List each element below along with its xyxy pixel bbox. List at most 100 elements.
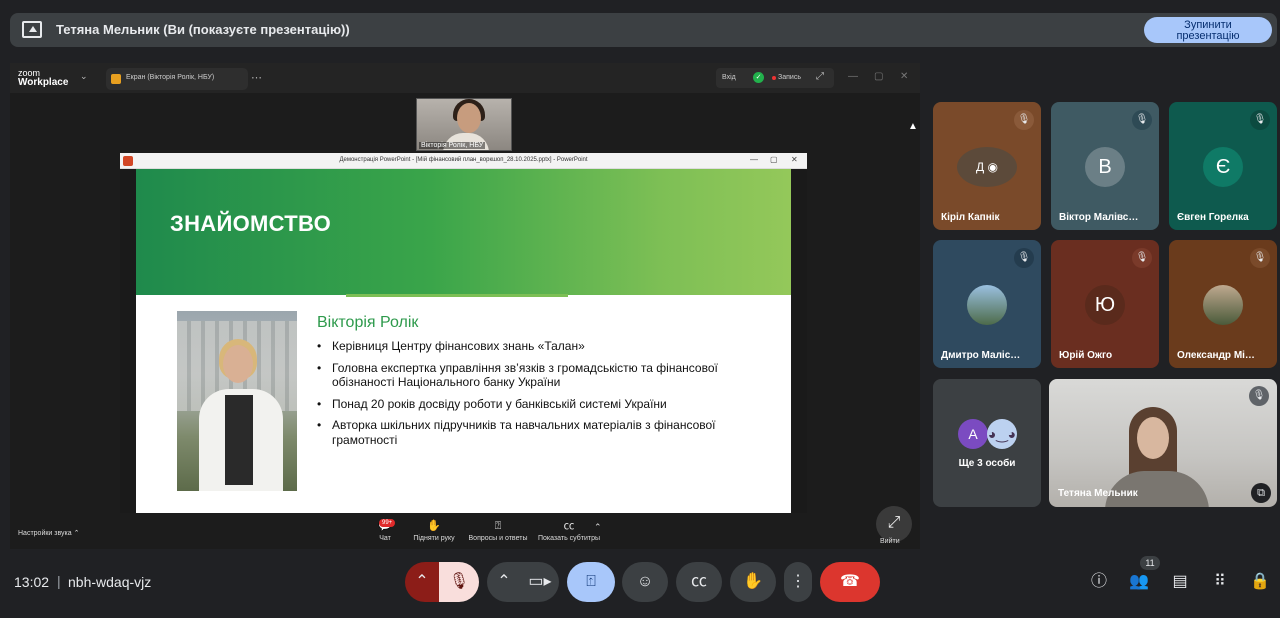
raise-hand-label: Підняти руку xyxy=(413,535,455,542)
enter-label[interactable]: Вхід xyxy=(722,74,736,81)
participant-count-badge: 11 xyxy=(1140,556,1160,570)
participant-name: Олександр Мі… xyxy=(1177,350,1255,361)
more-participants-tile[interactable]: A ◕‿◕ Ще 3 особи xyxy=(933,379,1041,507)
more-options-icon[interactable]: ⋯ xyxy=(251,71,262,84)
share-tab-label: Екран (Вікторія Ролік, НБУ) xyxy=(126,74,215,81)
people-icon[interactable]: 👥 xyxy=(1127,570,1151,594)
subtitles-chevron-icon[interactable]: ⌃ xyxy=(594,522,602,533)
chat-badge: 99+ xyxy=(379,519,396,527)
ppt-maximize-icon[interactable]: ▢ xyxy=(770,155,778,164)
slide-header-divider xyxy=(346,294,568,297)
self-video-tile[interactable]: 🎙 Тетяна Мельник ⧉ xyxy=(1049,379,1277,507)
presenter-thumb-name: Вікторія Ролік, НБУ xyxy=(419,142,486,149)
expand-icon[interactable]: ⤢ xyxy=(816,71,824,82)
meeting-clock: 13:02 xyxy=(14,574,50,590)
participant-tile[interactable]: 🎙 Дмитро Маліс… xyxy=(933,240,1041,368)
participant-tile[interactable]: 🎙 В Віктор Малівс… xyxy=(1051,102,1159,230)
speaker-name: Вікторія Ролік xyxy=(317,314,419,331)
ppt-minimize-icon[interactable]: — xyxy=(750,155,758,164)
slide-title: ЗНАЙОМСТВО xyxy=(170,211,332,236)
more-options-button[interactable]: ⋮ xyxy=(784,562,812,602)
participant-avatar xyxy=(1203,285,1243,325)
participant-name: Кіріл Капнік xyxy=(941,212,1000,223)
presenter-video-thumb: Вікторія Ролік, НБУ xyxy=(416,98,512,151)
bio-item: Авторка шкільних підручників та навчальн… xyxy=(317,418,757,447)
zoom-fullscreen-exit-button[interactable]: ⤢ xyxy=(876,506,912,542)
mic-off-icon: 🎙 xyxy=(1014,110,1034,130)
emoji-icon: ☺ xyxy=(636,573,654,590)
others-avatar: A xyxy=(958,419,988,449)
participant-tile[interactable]: 🎙 Д ◉ Кіріл Капнік xyxy=(933,102,1041,230)
leave-call-button[interactable]: ☎ xyxy=(820,562,880,602)
participant-name: Віктор Малівс… xyxy=(1059,212,1139,223)
bio-item: Головна експертка управління зв’язків з … xyxy=(317,361,757,390)
hangup-icon: ☎ xyxy=(840,573,860,590)
video-options-button[interactable]: ⌃ xyxy=(487,562,521,602)
stop-presenting-label-2: презентацію xyxy=(1176,30,1240,42)
participant-tile[interactable]: 🎙 Є Євген Горелка xyxy=(1169,102,1277,230)
mouse-cursor-icon: ▲ xyxy=(908,121,918,132)
share-tab-icon xyxy=(111,74,121,84)
close-icon[interactable]: ✕ xyxy=(900,71,908,82)
speaker-photo xyxy=(177,311,297,491)
participant-tile[interactable]: 🎙 Ю Юрій Ожго xyxy=(1051,240,1159,368)
zoom-titlebar: zoom Workplace ⌄ Екран (Вікторія Ролік, … xyxy=(10,63,920,93)
present-screen-button[interactable]: ⍐ xyxy=(567,562,615,602)
audio-settings-label: Настройки звука xyxy=(18,530,72,537)
participant-avatar: В xyxy=(1085,147,1125,187)
host-controls-icon[interactable]: 🔒 xyxy=(1248,570,1272,594)
record-label: Запись xyxy=(778,74,801,81)
photo-face xyxy=(223,345,253,383)
participant-avatar: Є xyxy=(1203,147,1243,187)
powerpoint-window: Демонстрація PowerPoint - [Мій фінансови… xyxy=(120,153,807,513)
participant-name: Євген Горелка xyxy=(1177,212,1249,223)
present-screen-icon xyxy=(22,21,42,38)
chevron-down-icon[interactable]: ⌄ xyxy=(80,71,88,82)
mic-off-icon: 🎙 xyxy=(1132,110,1152,130)
subtitles-label: Показать субтитры xyxy=(537,535,601,542)
maximize-icon[interactable]: ▢ xyxy=(874,71,883,82)
participant-avatar: Ю xyxy=(1085,285,1125,325)
more-vert-icon: ⋮ xyxy=(790,573,806,590)
zoom-logo: zoom Workplace xyxy=(18,69,69,88)
chat-label: Чат xyxy=(379,535,391,542)
powerpoint-titlebar: Демонстрація PowerPoint - [Мій фінансови… xyxy=(120,153,807,169)
participant-avatar: Д ◉ xyxy=(957,147,1017,187)
zoom-qa-button[interactable]: ⍰ Вопросы и ответы xyxy=(466,519,530,542)
bio-item: Понад 20 років досвіду роботи у банківсь… xyxy=(317,397,757,412)
others-avatar-anime: ◕‿◕ xyxy=(987,419,1017,449)
shield-check-icon: ✓ xyxy=(753,72,764,83)
raise-hand-button[interactable]: ✋ xyxy=(730,562,776,602)
audio-options-button[interactable]: ⌃ xyxy=(405,562,439,602)
reactions-button[interactable]: ☺ xyxy=(622,562,668,602)
presenting-banner: Тетяна Мельник (Ви (показуєте презентаці… xyxy=(10,13,1277,47)
exit-label: Вийти xyxy=(880,538,900,545)
zoom-status-group: Вхід ✓ Запись ⤢ xyxy=(716,68,834,88)
hand-icon: ✋ xyxy=(427,520,441,532)
others-label: Ще 3 особи xyxy=(958,458,1016,469)
activities-icon[interactable]: ⠿ xyxy=(1208,570,1232,594)
hand-icon: ✋ xyxy=(743,573,763,590)
meeting-info-icon[interactable]: ⓘ xyxy=(1087,570,1111,594)
captions-button[interactable]: ㏄ xyxy=(676,562,722,602)
zoom-toolbar: Настройки звука ⌃ 💬 99+ Чат ✋ Підняти ру… xyxy=(10,514,920,549)
ppt-close-icon[interactable]: ✕ xyxy=(791,155,798,164)
zoom-logo-line2: Workplace xyxy=(18,77,69,88)
crop-icon[interactable]: ⧉ xyxy=(1251,483,1271,503)
zoom-subtitles-button[interactable]: ㏄ Показать субтитры xyxy=(536,519,602,542)
photo-shirt xyxy=(225,395,253,485)
stop-presenting-button[interactable]: Зупинити презентацію xyxy=(1144,17,1272,43)
camera-toggle-button[interactable]: ▭▸ xyxy=(521,562,559,602)
zoom-raise-hand-button[interactable]: ✋ Підняти руку xyxy=(408,519,460,542)
qa-label: Вопросы и ответы xyxy=(468,535,528,542)
participant-tile[interactable]: 🎙 Олександр Мі… xyxy=(1169,240,1277,368)
mic-toggle-button[interactable]: 🎙 xyxy=(439,562,479,602)
participant-name: Юрій Ожго xyxy=(1059,350,1113,361)
chat-icon[interactable]: ▤ xyxy=(1168,570,1192,594)
zoom-chat-button[interactable]: 💬 99+ Чат xyxy=(370,519,400,542)
zoom-share-tab[interactable]: Екран (Вікторія Ролік, НБУ) ⋯ xyxy=(106,68,262,90)
audio-settings-button[interactable]: Настройки звука ⌃ xyxy=(18,529,79,537)
question-icon: ⍰ xyxy=(494,520,502,532)
slide-margin-left xyxy=(120,169,136,513)
minimize-icon[interactable]: — xyxy=(848,71,858,82)
